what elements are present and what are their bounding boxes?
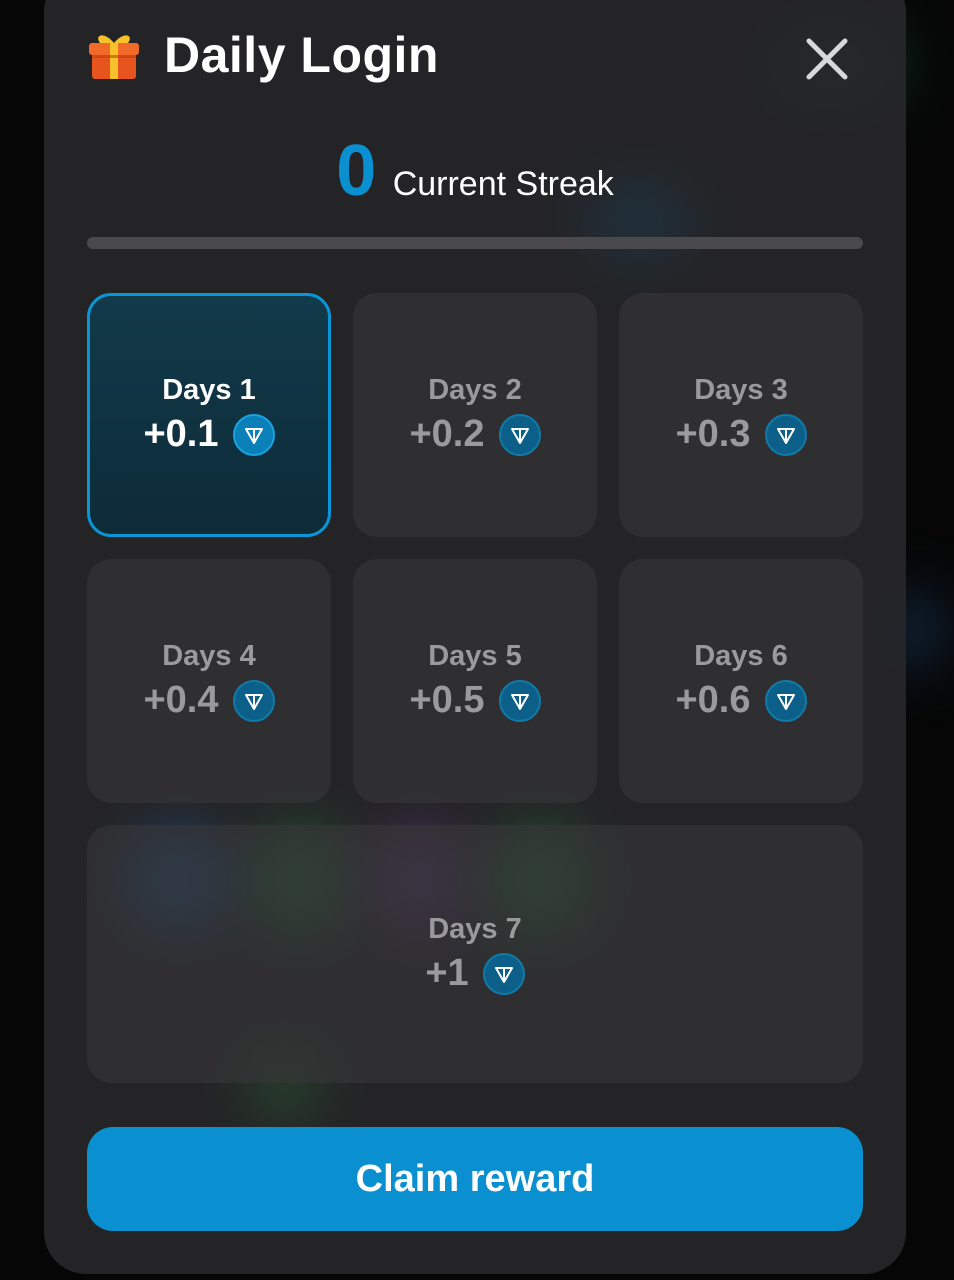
day-label: Days 6 — [694, 640, 788, 672]
day-label: Days 7 — [428, 913, 522, 945]
ton-coin-icon — [232, 679, 275, 722]
reward-amount: +0.5 — [409, 679, 485, 721]
claim-reward-button[interactable]: Claim reward — [87, 1127, 863, 1231]
reward-amount: +1 — [425, 952, 469, 994]
day-card-1[interactable]: Days 1 +0.1 — [87, 293, 331, 537]
ton-coin-icon — [498, 413, 541, 456]
modal-header: Daily Login — [86, 26, 439, 84]
reward-row: +0.6 — [675, 679, 807, 722]
day-card-3[interactable]: Days 3 +0.3 — [619, 293, 863, 537]
reward-row: +0.3 — [675, 413, 807, 456]
ton-coin-icon — [232, 413, 275, 456]
ton-coin-icon — [482, 952, 525, 995]
gift-icon — [86, 27, 142, 83]
day-card-4[interactable]: Days 4 +0.4 — [87, 559, 331, 803]
reward-row: +0.5 — [409, 679, 541, 722]
reward-row: +1 — [425, 952, 525, 995]
day-label: Days 4 — [162, 640, 256, 672]
reward-amount: +0.3 — [675, 413, 751, 455]
day-card-5[interactable]: Days 5 +0.5 — [353, 559, 597, 803]
day-card-7[interactable]: Days 7 +1 — [87, 825, 863, 1083]
day-label: Days 3 — [694, 374, 788, 406]
reward-amount: +0.1 — [143, 413, 219, 455]
close-icon — [806, 38, 848, 80]
reward-amount: +0.4 — [143, 679, 219, 721]
reward-amount: +0.6 — [675, 679, 751, 721]
day-card-2[interactable]: Days 2 +0.2 — [353, 293, 597, 537]
reward-row: +0.4 — [143, 679, 275, 722]
screen: Daily Login 0 Current Streak Days 1 +0.1… — [0, 0, 954, 1280]
streak-value: 0 — [336, 131, 377, 211]
day-label: Days 2 — [428, 374, 522, 406]
day-label: Days 5 — [428, 640, 522, 672]
ton-coin-icon — [764, 679, 807, 722]
close-button[interactable] — [802, 34, 852, 84]
streak-label: Current Streak — [392, 165, 614, 203]
modal-title: Daily Login — [164, 27, 439, 83]
reward-amount: +0.2 — [409, 413, 485, 455]
streak-progress-bar — [87, 237, 863, 249]
streak-display: 0 Current Streak — [44, 130, 906, 212]
ton-coin-icon — [764, 413, 807, 456]
reward-row: +0.1 — [143, 413, 275, 456]
reward-row: +0.2 — [409, 413, 541, 456]
ton-coin-icon — [498, 679, 541, 722]
day-label: Days 1 — [162, 374, 256, 406]
day-card-6[interactable]: Days 6 +0.6 — [619, 559, 863, 803]
daily-login-modal: Daily Login 0 Current Streak Days 1 +0.1… — [44, 0, 906, 1274]
